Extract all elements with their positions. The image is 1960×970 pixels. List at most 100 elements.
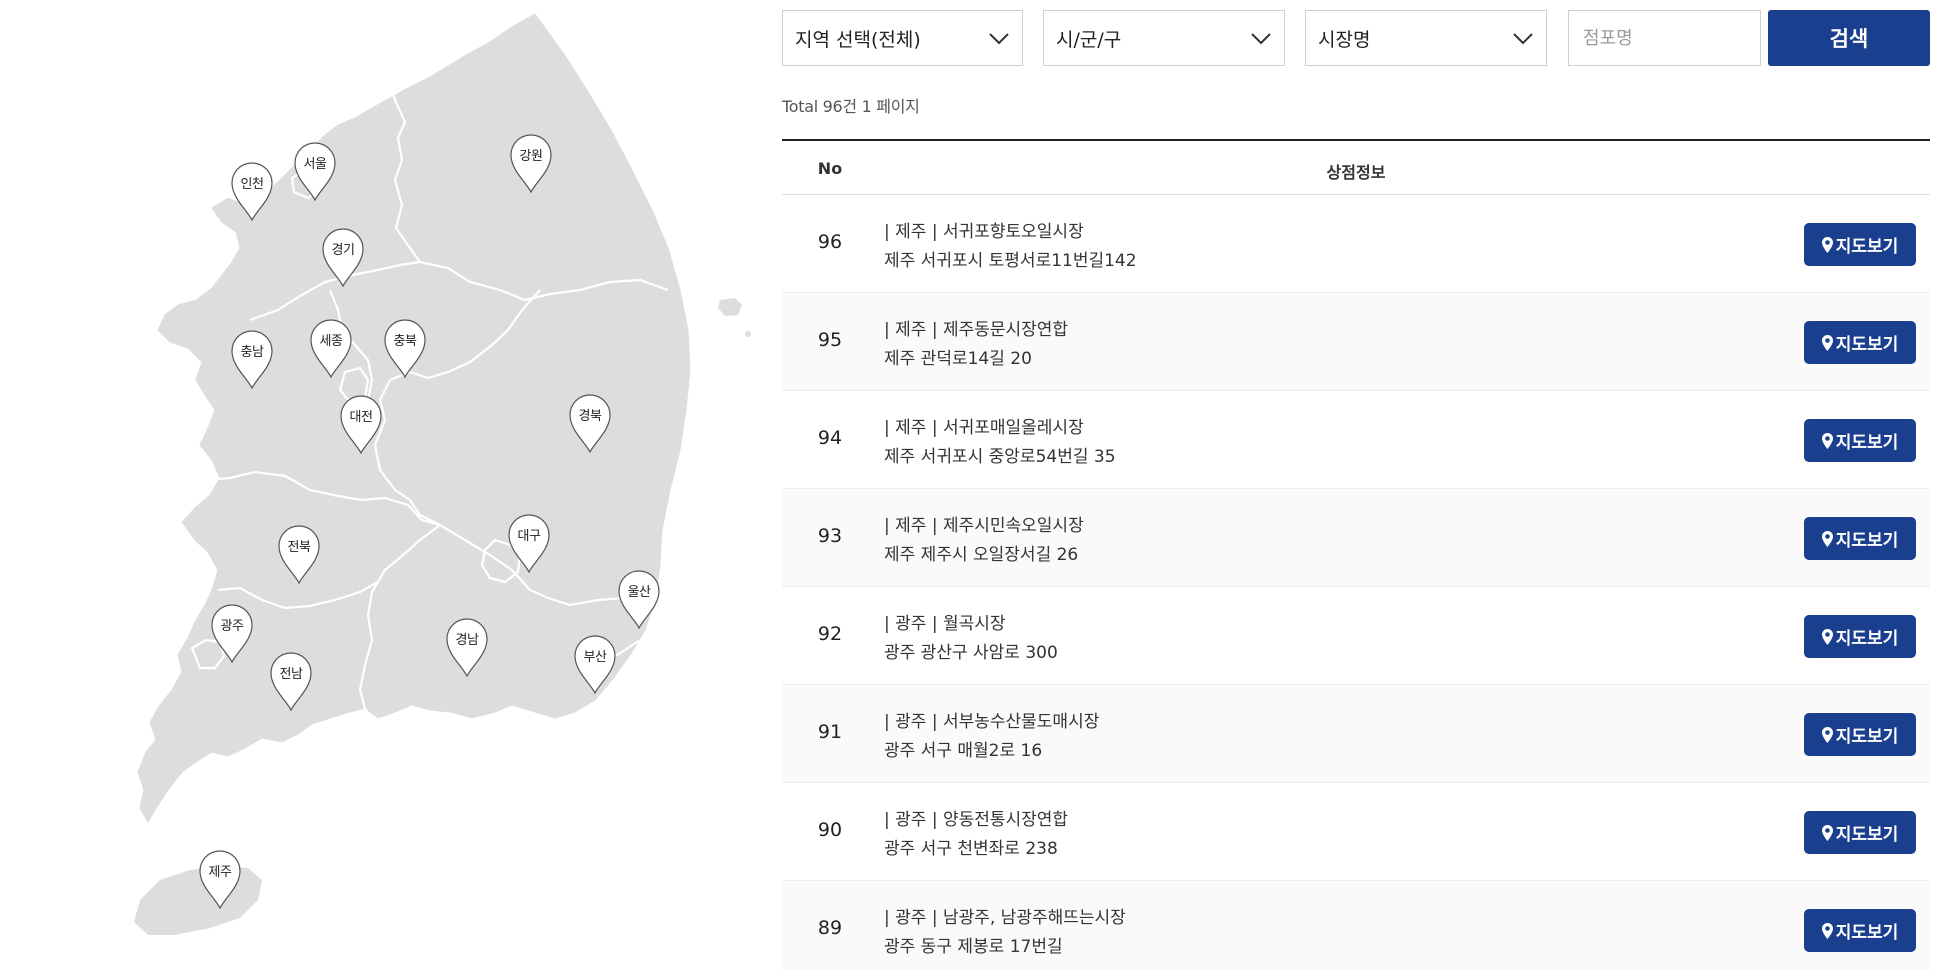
chevron-down-icon bbox=[1251, 33, 1271, 45]
store-address: 제주 관덕로14길 20 bbox=[884, 349, 1032, 369]
region-pin-label: 경남 bbox=[455, 633, 479, 648]
store-address: 제주 서귀포시 토평서로11번길142 bbox=[884, 251, 1137, 271]
store-title: | 제주 | 제주시민속오일시장 bbox=[884, 516, 1084, 536]
row-number: 93 bbox=[817, 525, 843, 547]
view-map-button[interactable]: 지도보기 bbox=[1804, 811, 1916, 854]
table-row: 94 | 제주 | 서귀포매일올레시장제주 서귀포시 중앙로54번길 35 지도보기 bbox=[782, 391, 1930, 489]
chevron-down-icon bbox=[1513, 33, 1533, 45]
store-title: | 광주 | 서부농수산물도매시장 bbox=[884, 712, 1100, 732]
store-address: 광주 동구 제봉로 17번길 bbox=[884, 937, 1063, 957]
region-pin[interactable]: 부산 bbox=[572, 633, 618, 695]
region-pin[interactable]: 전남 bbox=[268, 650, 314, 712]
map-marker-icon bbox=[1821, 628, 1833, 645]
region-pin-label: 울산 bbox=[627, 585, 651, 600]
region-pin-label: 대구 bbox=[517, 529, 541, 544]
view-map-label: 지도보기 bbox=[1835, 433, 1899, 453]
market-select[interactable]: 시장명 bbox=[1305, 10, 1547, 66]
region-pin-label: 전북 bbox=[287, 540, 311, 555]
region-pin-label: 광주 bbox=[220, 619, 244, 634]
market-select-value: 시장명 bbox=[1318, 28, 1371, 51]
district-select-value: 시/군/구 bbox=[1056, 28, 1122, 51]
chevron-down-icon bbox=[989, 33, 1009, 45]
region-pin-label: 충남 bbox=[240, 345, 264, 360]
store-title: | 광주 | 양동전통시장연합 bbox=[884, 810, 1069, 830]
store-title: | 제주 | 제주동문시장연합 bbox=[884, 320, 1069, 340]
view-map-button[interactable]: 지도보기 bbox=[1804, 615, 1916, 658]
result-total-text: Total 96건 1 페이지 bbox=[782, 97, 920, 116]
region-select[interactable]: 지역 선택(전체) bbox=[782, 10, 1023, 66]
region-pin[interactable]: 광주 bbox=[209, 602, 255, 664]
region-pin[interactable]: 제주 bbox=[197, 848, 243, 910]
region-pin-label: 세종 bbox=[319, 334, 343, 349]
region-pin[interactable]: 서울 bbox=[292, 140, 338, 202]
view-map-label: 지도보기 bbox=[1835, 335, 1899, 355]
region-pin[interactable]: 경북 bbox=[567, 392, 613, 454]
table-row: 96 | 제주 | 서귀포향토오일시장제주 서귀포시 토평서로11번길142 지도보… bbox=[782, 195, 1930, 293]
search-button[interactable]: 검색 bbox=[1768, 10, 1930, 66]
region-pin-label: 충북 bbox=[393, 334, 417, 349]
store-title: | 제주 | 서귀포향토오일시장 bbox=[884, 222, 1084, 242]
store-address: 제주 제주시 오일장서길 26 bbox=[884, 545, 1079, 565]
view-map-button[interactable]: 지도보기 bbox=[1804, 517, 1916, 560]
region-pin-label: 전남 bbox=[279, 667, 303, 682]
store-address: 제주 서귀포시 중앙로54번길 35 bbox=[884, 447, 1116, 467]
view-map-label: 지도보기 bbox=[1835, 923, 1899, 943]
row-number: 91 bbox=[817, 721, 843, 743]
region-pin[interactable]: 강원 bbox=[508, 132, 554, 194]
table-row: 89 | 광주 | 남광주, 남광주해뜨는시장광주 동구 제봉로 17번길 지도보기 bbox=[782, 881, 1930, 970]
map-marker-icon bbox=[1821, 334, 1833, 351]
region-pin[interactable]: 경기 bbox=[320, 226, 366, 288]
store-address: 광주 서구 매월2로 16 bbox=[884, 741, 1043, 761]
view-map-label: 지도보기 bbox=[1835, 825, 1899, 845]
view-map-label: 지도보기 bbox=[1835, 629, 1899, 649]
map-marker-icon bbox=[1821, 432, 1833, 449]
map-marker-icon bbox=[1821, 824, 1833, 841]
region-pin[interactable]: 대전 bbox=[338, 393, 384, 455]
region-pin-label: 대전 bbox=[349, 410, 373, 425]
region-pin[interactable]: 충북 bbox=[382, 317, 428, 379]
region-pin[interactable]: 세종 bbox=[308, 317, 354, 379]
store-title: | 제주 | 서귀포매일올레시장 bbox=[884, 418, 1084, 438]
row-number: 95 bbox=[817, 329, 843, 351]
map-marker-icon bbox=[1821, 530, 1833, 547]
region-pin[interactable]: 울산 bbox=[616, 568, 662, 630]
view-map-button[interactable]: 지도보기 bbox=[1804, 223, 1916, 266]
table-row: 93 | 제주 | 제주시민속오일시장제주 제주시 오일장서길 26 지도보기 bbox=[782, 489, 1930, 587]
region-select-value: 지역 선택(전체) bbox=[795, 28, 921, 51]
view-map-label: 지도보기 bbox=[1835, 727, 1899, 747]
map-marker-icon bbox=[1821, 236, 1833, 253]
row-number: 89 bbox=[817, 917, 843, 939]
row-number: 92 bbox=[817, 623, 843, 645]
korea-region-map bbox=[0, 0, 760, 970]
region-pin-label: 서울 bbox=[303, 157, 327, 172]
table-body: 96 | 제주 | 서귀포향토오일시장제주 서귀포시 토평서로11번길142 지도보… bbox=[782, 195, 1930, 970]
map-marker-icon bbox=[1821, 922, 1833, 939]
region-pin-label: 인천 bbox=[240, 177, 264, 192]
view-map-button[interactable]: 지도보기 bbox=[1804, 419, 1916, 462]
row-number: 94 bbox=[817, 427, 843, 449]
view-map-button[interactable]: 지도보기 bbox=[1804, 713, 1916, 756]
islet-shape bbox=[718, 298, 742, 316]
region-pin-label: 제주 bbox=[208, 865, 232, 880]
district-select[interactable]: 시/군/구 bbox=[1043, 10, 1285, 66]
view-map-button[interactable]: 지도보기 bbox=[1804, 321, 1916, 364]
view-map-button[interactable]: 지도보기 bbox=[1804, 909, 1916, 952]
table-row: 90 | 광주 | 양동전통시장연합 광주 서구 천변좌로 238 지도보기 bbox=[782, 783, 1930, 881]
table-row: 95 | 제주 | 제주동문시장연합제주 관덕로14길 20 지도보기 bbox=[782, 293, 1930, 391]
store-address: 광주 서구 천변좌로 238 bbox=[884, 839, 1058, 859]
islet-dot bbox=[745, 331, 751, 337]
region-pin-label: 경기 bbox=[331, 243, 355, 258]
region-pin[interactable]: 전북 bbox=[276, 523, 322, 585]
region-pin-label: 부산 bbox=[583, 650, 607, 665]
region-pin-label: 경북 bbox=[578, 409, 602, 424]
store-title: | 광주 | 남광주, 남광주해뜨는시장 bbox=[884, 908, 1126, 928]
region-pin[interactable]: 대구 bbox=[506, 512, 552, 574]
region-pin[interactable]: 경남 bbox=[444, 616, 490, 678]
region-pin[interactable]: 충남 bbox=[229, 328, 275, 390]
region-pin[interactable]: 인천 bbox=[229, 160, 275, 222]
store-name-input[interactable] bbox=[1568, 10, 1761, 66]
row-number: 96 bbox=[817, 231, 843, 253]
store-title: | 광주 | 월곡시장 bbox=[884, 614, 1006, 634]
table-row: 91 | 광주 | 서부농수산물도매시장광주 서구 매월2로 16 지도보기 bbox=[782, 685, 1930, 783]
map-marker-icon bbox=[1821, 726, 1833, 743]
